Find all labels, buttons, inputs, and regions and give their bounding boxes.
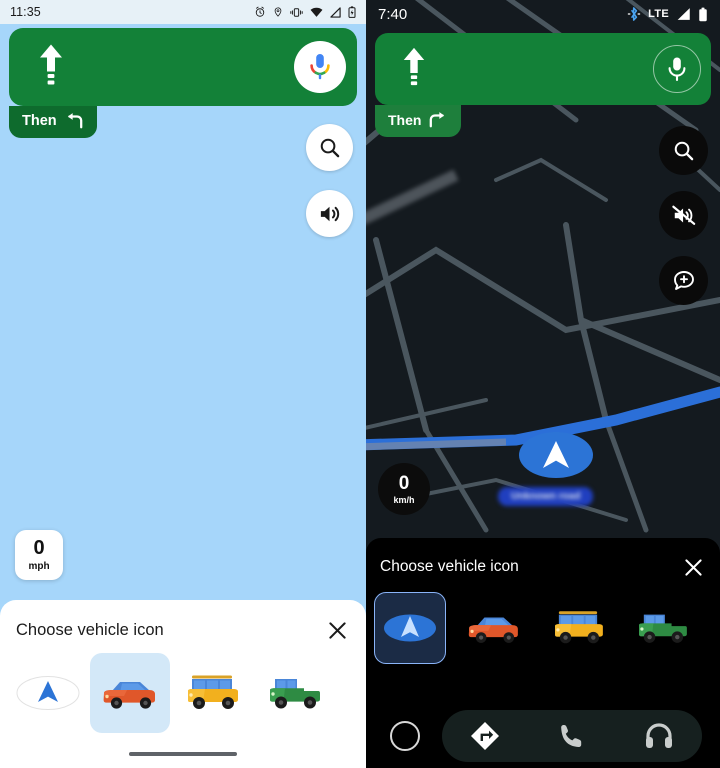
battery-icon xyxy=(348,6,356,18)
vehicle-option-green-pickup[interactable] xyxy=(626,592,698,664)
volume-on-icon xyxy=(320,206,340,221)
report-button[interactable] xyxy=(659,256,708,305)
current-road-label: Unknown road xyxy=(498,487,594,506)
signal-icon xyxy=(330,6,341,18)
navigation-tab[interactable] xyxy=(468,719,502,753)
sheet-title: Choose vehicle icon xyxy=(380,558,519,575)
home-indicator xyxy=(129,752,237,756)
turn-right-icon xyxy=(430,112,445,128)
bottom-nav-bar xyxy=(366,704,720,768)
vehicle-option-default-arrow[interactable] xyxy=(8,653,88,733)
vehicle-icon-sheet-dark: Choose vehicle icon xyxy=(366,538,720,768)
volume-button[interactable] xyxy=(306,190,353,237)
phone-tab[interactable] xyxy=(555,719,589,753)
navigation-arrow-icon xyxy=(543,441,569,468)
speed-unit: km/h xyxy=(393,494,415,505)
vibrate-icon xyxy=(290,7,303,17)
right-car-display-panel: 7:40 LTE Then 0 km/h Unknown road Choose… xyxy=(366,0,720,768)
dual-screenshot-comparison: 11:35 Then 0 mph Choose vehicle icon 7:4… xyxy=(0,0,720,768)
add-report-icon xyxy=(673,270,694,290)
navigation-arrow-icon xyxy=(384,614,436,642)
speed-value: 0 xyxy=(33,537,45,559)
car-pickup-icon xyxy=(270,679,320,709)
vehicle-option-default-arrow[interactable] xyxy=(374,592,446,664)
status-bar-dark: 7:40 LTE xyxy=(366,0,720,28)
straight-ahead-arrow-icon xyxy=(401,46,427,93)
navigation-instruction-card[interactable] xyxy=(375,33,711,105)
status-bar-light: 11:35 xyxy=(0,0,366,24)
close-icon xyxy=(328,621,346,639)
status-bar-clock: 7:40 xyxy=(378,5,408,23)
nav-pill xyxy=(442,710,702,762)
status-bar-icons xyxy=(254,6,356,18)
search-button[interactable] xyxy=(306,124,353,171)
speed-unit: mph xyxy=(28,561,50,572)
car-pickup-icon xyxy=(639,614,687,643)
assistant-mic-button[interactable] xyxy=(653,45,701,93)
status-bar-clock: 11:35 xyxy=(10,5,41,19)
wifi-icon xyxy=(310,7,323,17)
media-tab[interactable] xyxy=(642,719,676,753)
car-suv-icon xyxy=(188,675,238,709)
then-maneuver-badge: Then xyxy=(9,106,97,138)
left-phone-panel: 11:35 Then 0 mph Choose vehicle icon xyxy=(0,0,366,768)
then-maneuver-badge: Then xyxy=(375,105,462,137)
straight-ahead-arrow-icon xyxy=(37,43,65,92)
navigation-arrow-icon xyxy=(16,676,80,710)
car-sedan-icon xyxy=(103,682,155,709)
then-label: Then xyxy=(22,113,57,129)
navigation-diamond-icon xyxy=(471,722,500,750)
vehicle-icon-sheet-light: Choose vehicle icon xyxy=(0,600,366,768)
speed-value: 0 xyxy=(398,472,410,494)
navigation-instruction-card[interactable] xyxy=(9,28,357,106)
vehicle-option-yellow-suv[interactable] xyxy=(172,653,252,733)
speedometer-dark: 0 km/h xyxy=(378,463,430,515)
signal-icon xyxy=(677,8,690,20)
vehicle-option-yellow-suv[interactable] xyxy=(542,592,614,664)
car-suv-icon xyxy=(555,611,603,644)
battery-icon xyxy=(699,7,707,21)
volume-muted-icon xyxy=(671,205,695,225)
vehicle-option-orange-sedan[interactable] xyxy=(458,592,530,664)
vehicle-option-orange-sedan[interactable] xyxy=(90,653,170,733)
vehicle-options-row xyxy=(0,643,366,733)
headphones-icon xyxy=(645,723,672,748)
alarm-icon xyxy=(255,6,265,17)
search-icon xyxy=(674,141,694,161)
sheet-title: Choose vehicle icon xyxy=(16,620,164,639)
close-button[interactable] xyxy=(324,617,350,643)
status-bar-icons: LTE xyxy=(627,6,708,22)
phone-icon xyxy=(561,725,582,748)
google-assistant-mic-icon xyxy=(310,54,330,80)
network-type-label: LTE xyxy=(648,8,669,20)
vehicle-option-green-pickup[interactable] xyxy=(254,653,334,733)
home-circle-icon[interactable] xyxy=(390,721,420,751)
volume-button[interactable] xyxy=(659,191,708,240)
close-button[interactable] xyxy=(680,554,706,580)
sheet-header: Choose vehicle icon xyxy=(366,538,720,580)
car-sedan-icon xyxy=(468,617,518,643)
assistant-mic-button[interactable] xyxy=(294,41,346,93)
vehicle-options-row xyxy=(366,580,720,664)
bluetooth-icon xyxy=(627,7,641,21)
mic-icon xyxy=(668,57,686,82)
then-label: Then xyxy=(388,112,422,128)
sheet-header: Choose vehicle icon xyxy=(0,600,366,643)
turn-left-icon xyxy=(67,113,82,129)
speedometer-light: 0 mph xyxy=(15,530,63,580)
location-icon xyxy=(274,7,282,17)
vehicle-position-puck xyxy=(519,432,593,478)
search-icon xyxy=(320,138,340,158)
search-button[interactable] xyxy=(659,126,708,175)
close-icon xyxy=(684,558,702,576)
